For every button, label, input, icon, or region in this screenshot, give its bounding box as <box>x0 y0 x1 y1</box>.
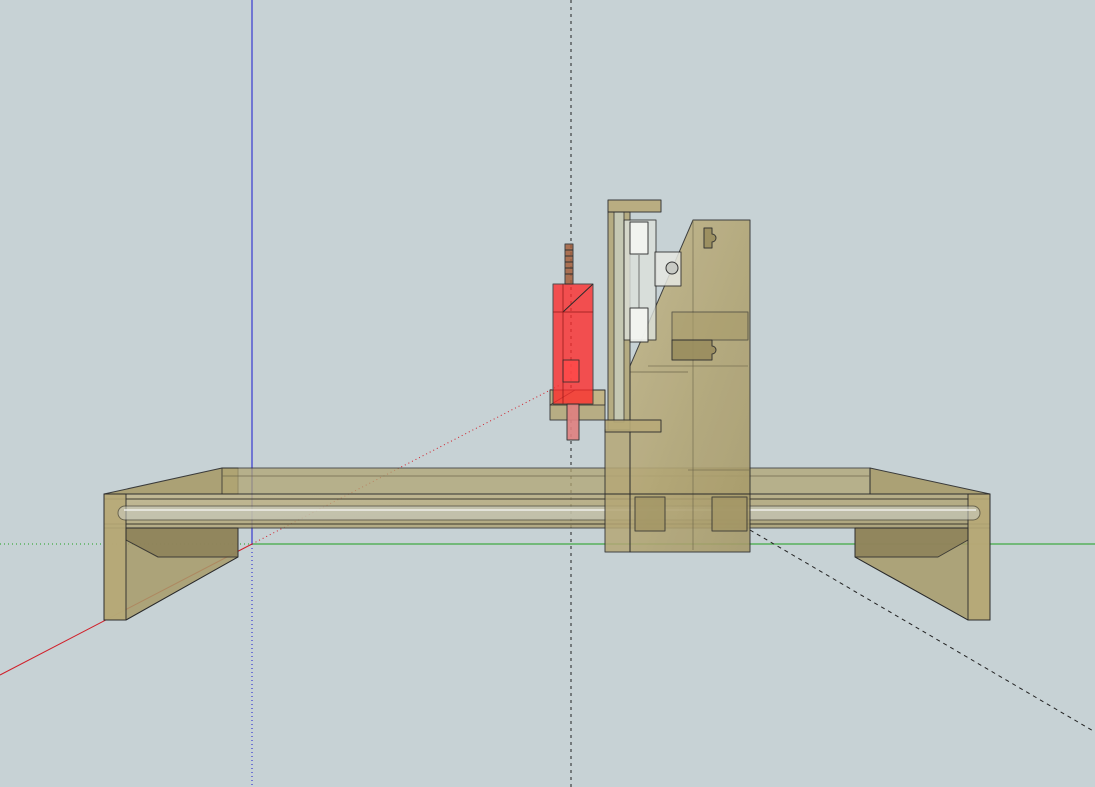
z-lower-mount <box>604 419 662 433</box>
gantry-inner-plate <box>604 429 631 553</box>
frame-back-bar <box>221 467 871 495</box>
model-viewport[interactable] <box>0 0 1095 787</box>
x-rail[interactable] <box>117 505 981 521</box>
frame-top-right <box>869 467 991 495</box>
3d-scene[interactable] <box>0 0 1095 787</box>
guide-notch-lower <box>671 339 717 361</box>
z-top-cap <box>607 199 662 213</box>
axes <box>0 0 1095 787</box>
gantry-slot-left <box>634 496 666 532</box>
spindle-window <box>562 359 580 383</box>
z-column-inner <box>613 211 625 423</box>
gantry-slot-right <box>711 496 748 532</box>
frame-top-left <box>103 467 239 495</box>
z-bearing <box>665 261 679 275</box>
spindle-collet <box>566 403 580 441</box>
